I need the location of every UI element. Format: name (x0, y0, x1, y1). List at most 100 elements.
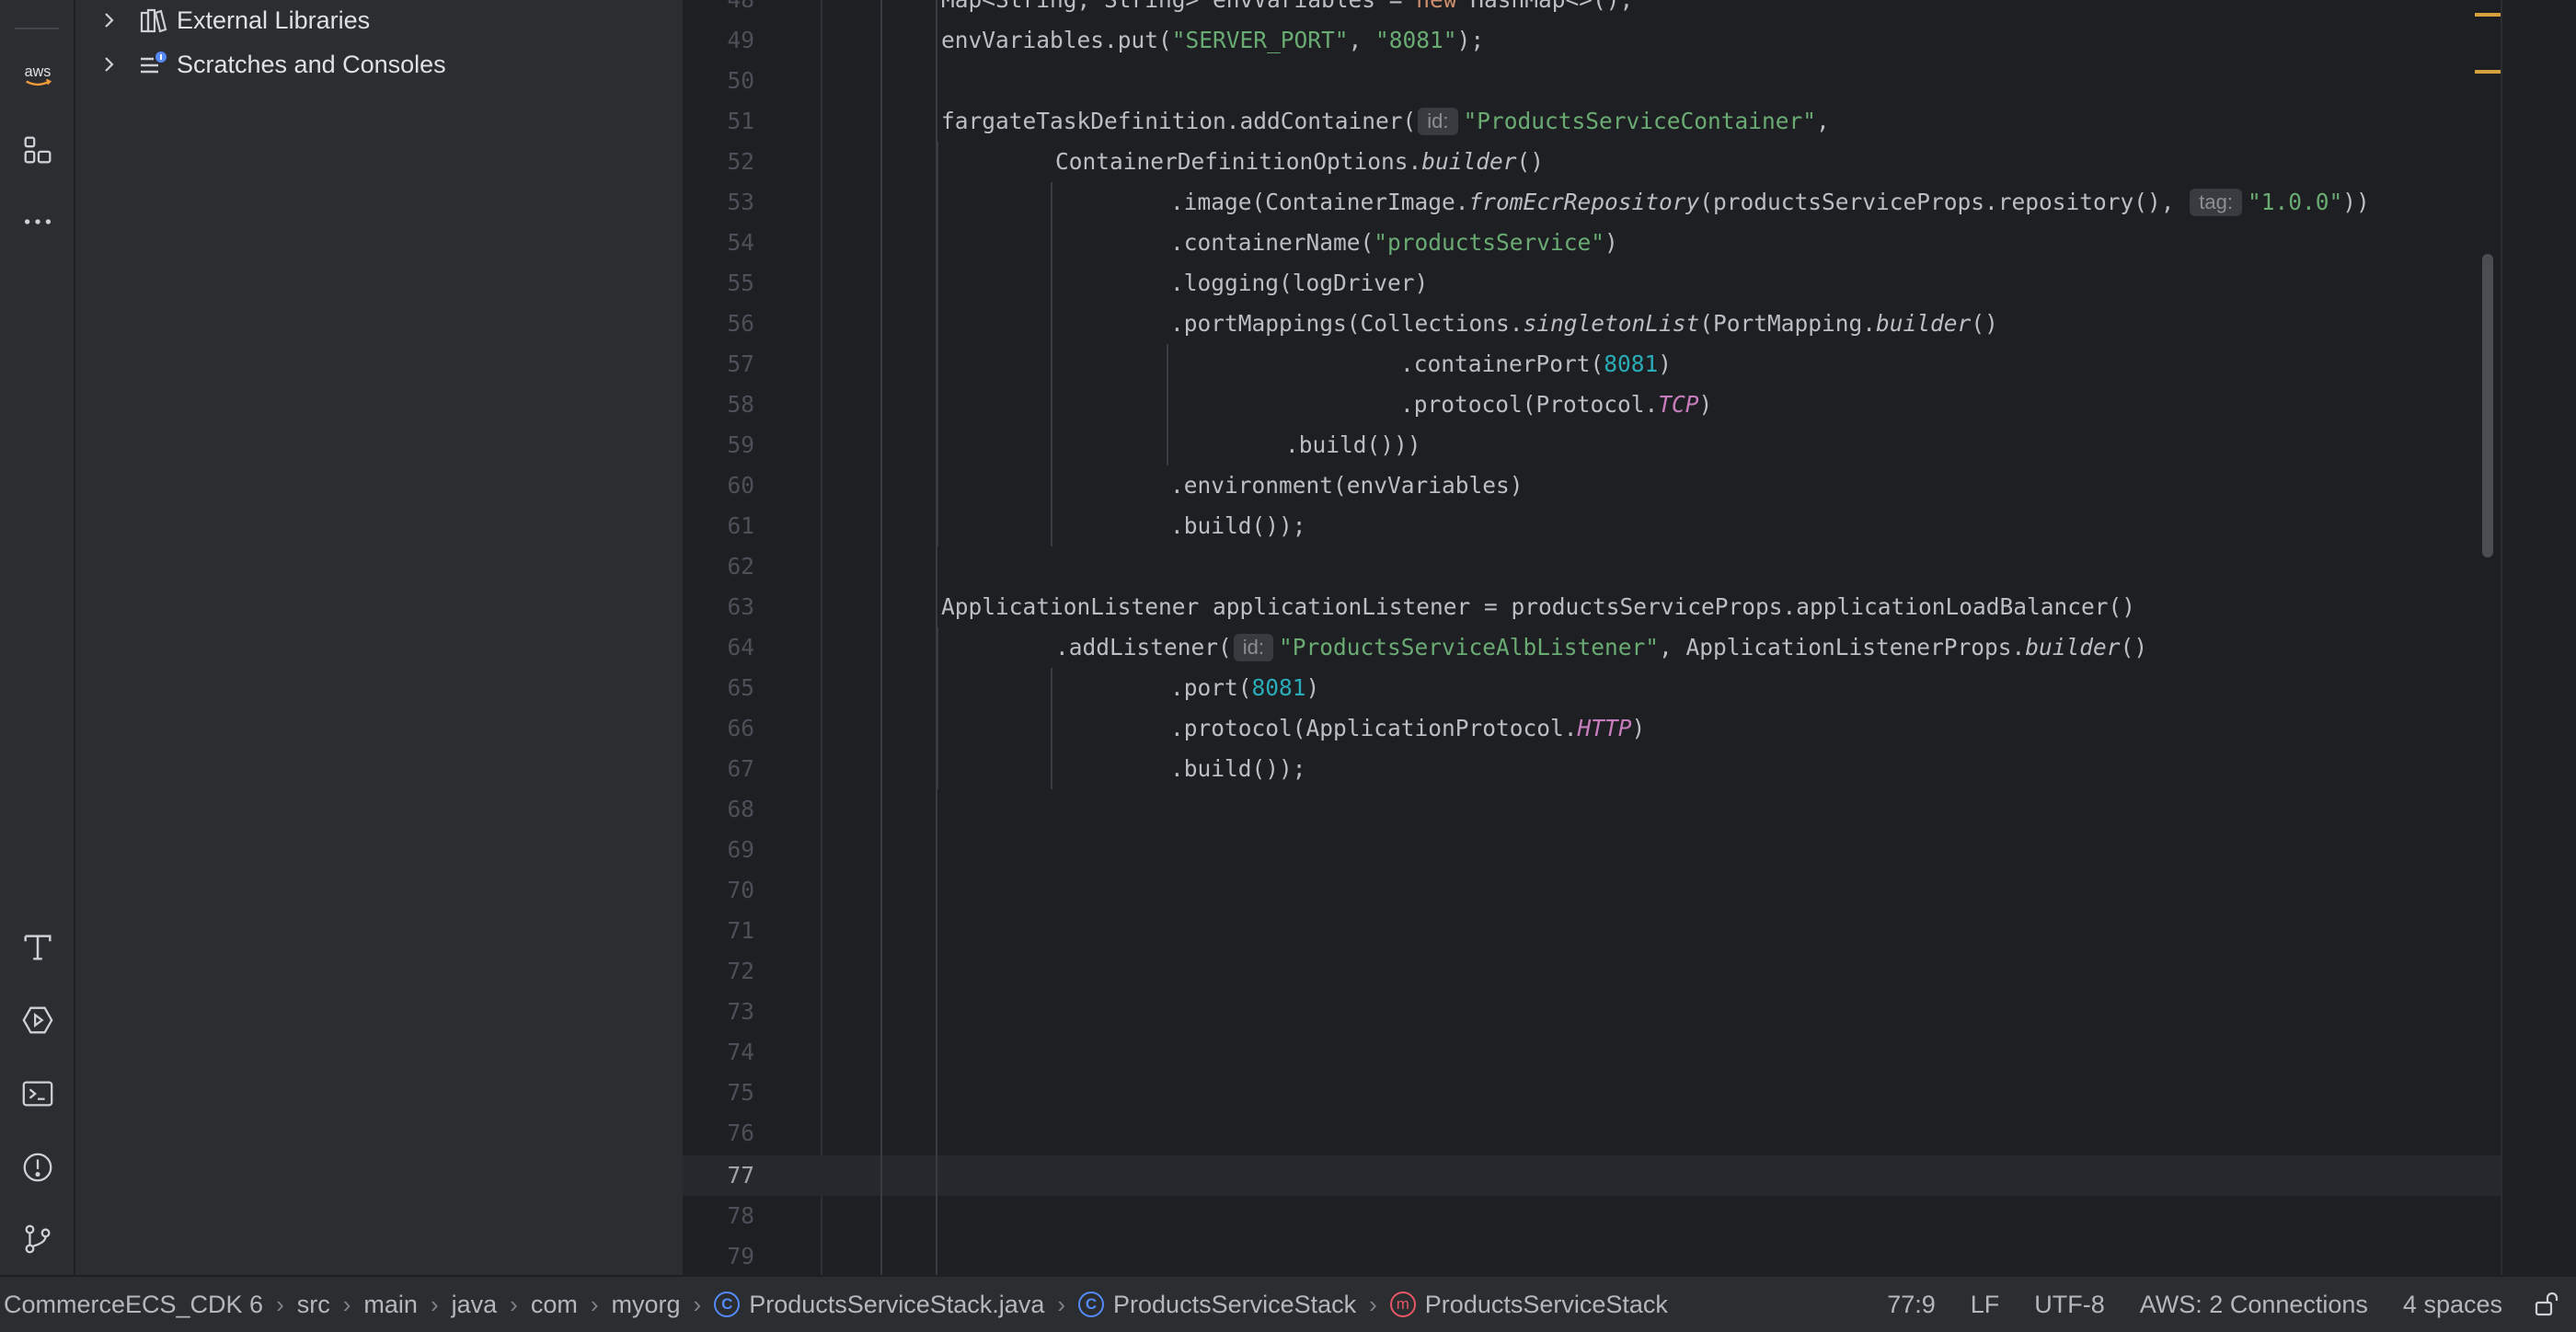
code-line[interactable]: 70 (683, 870, 2501, 911)
code-line[interactable]: 78 (683, 1196, 2501, 1236)
line-number: 54 (727, 229, 754, 256)
breadcrumb-label: ProductsServiceStack.java (749, 1290, 1045, 1318)
code-line[interactable]: 79 (683, 1236, 2501, 1275)
code-line[interactable]: 64 .addListener(id: "ProductsServiceAlbLis… (683, 627, 2501, 668)
code-line[interactable]: 58 .protocol(Protocol.TCP) (683, 385, 2501, 425)
code-line[interactable]: 65 .port(8081) (683, 668, 2501, 708)
chevron-right-icon: › (342, 1290, 351, 1318)
code-line[interactable]: 61 .build()); (683, 506, 2501, 546)
code-line[interactable]: 72 (683, 951, 2501, 992)
indent-guide (1051, 182, 1052, 546)
tree-item-external-libraries[interactable]: External Libraries (96, 0, 370, 40)
breadcrumb-item[interactable]: java › (452, 1291, 531, 1319)
code-line[interactable]: 48 Map<String, String> envVariables = new… (683, 0, 2501, 20)
code-text: .portMappings(Collections.singletonList(… (1170, 310, 1998, 337)
line-number: 77 (727, 1162, 754, 1188)
warning-marker[interactable] (2475, 13, 2501, 17)
file-encoding[interactable]: UTF-8 (2034, 1291, 2105, 1319)
line-number: 50 (727, 67, 754, 94)
line-number: 48 (683, 0, 754, 20)
status-bar: CommerceECS_CDK 6 › src › main › java › com ›… (0, 1275, 2576, 1332)
git-icon[interactable] (18, 1220, 57, 1258)
code-text: .build()); (1170, 512, 1306, 539)
line-number: 56 (727, 310, 754, 337)
code-text: .port(8081) (1170, 674, 1320, 701)
tool-window-sidebar: aws (0, 0, 75, 1275)
code-line[interactable]: 73 (683, 992, 2501, 1032)
code-line[interactable]: 63 ApplicationListener applicationListene… (683, 587, 2501, 627)
tree-item-scratches[interactable]: Scratches and Consoles (96, 44, 446, 85)
chevron-right-icon[interactable] (96, 51, 123, 78)
library-icon (140, 8, 167, 33)
code-line[interactable]: 62 (683, 546, 2501, 587)
line-number: 62 (727, 553, 754, 580)
code-line[interactable]: 68 (683, 789, 2501, 830)
breadcrumb-item[interactable]: C ProductsServiceStack.java › (714, 1291, 1078, 1319)
problems-icon[interactable] (18, 1148, 57, 1187)
parameter-hint: tag: (2190, 189, 2242, 216)
line-separator[interactable]: LF (1971, 1291, 2000, 1319)
caret-position[interactable]: 77:9 (1887, 1291, 1936, 1319)
current-line[interactable]: 77 (683, 1155, 2501, 1196)
indent-guide (1167, 344, 1168, 465)
line-number: 69 (727, 836, 754, 863)
code-text: .containerPort(8081) (1400, 350, 1673, 377)
code-line[interactable]: 76 (683, 1113, 2501, 1154)
code-text: .image(ContainerImage.fromEcrRepository(… (1170, 189, 2370, 216)
code-line[interactable]: 49 envVariables.put("SERVER_PORT", "8081"… (683, 20, 2501, 61)
line-number: 60 (727, 472, 754, 499)
breadcrumb-label: com (530, 1290, 578, 1318)
code-line[interactable]: 67 .build()); (683, 749, 2501, 789)
code-line[interactable]: 57 .containerPort(8081) (683, 344, 2501, 385)
breadcrumb-label: CommerceECS_CDK 6 (4, 1290, 264, 1318)
line-number: 55 (727, 270, 754, 296)
breadcrumb-item[interactable]: main › (363, 1291, 451, 1319)
line-number: 75 (727, 1079, 754, 1106)
code-text: ApplicationListener applicationListener … (941, 593, 2136, 620)
warning-marker[interactable] (2475, 70, 2501, 74)
terminal-icon[interactable] (18, 1074, 57, 1113)
breadcrumb-item[interactable]: C ProductsServiceStack › (1078, 1291, 1390, 1319)
breadcrumb-item[interactable]: myorg › (612, 1291, 715, 1319)
chevron-right-icon: › (1369, 1290, 1377, 1318)
code-line[interactable]: 56 .portMappings(Collections.singletonLis… (683, 304, 2501, 344)
code-line[interactable]: 55 .logging(logDriver) (683, 263, 2501, 304)
indent-guide (937, 627, 938, 789)
code-line[interactable]: 50 (683, 61, 2501, 101)
lock-icon[interactable] (2526, 1277, 2567, 1332)
code-line[interactable]: 69 (683, 830, 2501, 870)
tree-item-label: Scratches and Consoles (177, 50, 446, 78)
line-number: 57 (727, 350, 754, 377)
code-line[interactable]: 59 .build())) (683, 425, 2501, 465)
line-number: 78 (727, 1202, 754, 1229)
class-icon: C (1078, 1292, 1105, 1317)
aws-connections[interactable]: AWS: 2 Connections (2140, 1291, 2368, 1319)
services-icon[interactable] (18, 1001, 57, 1039)
breadcrumb-item[interactable]: com › (531, 1291, 612, 1319)
code-line[interactable]: 60 .environment(envVariables) (683, 465, 2501, 506)
more-icon[interactable] (18, 202, 57, 241)
code-line[interactable]: 66 .protocol(ApplicationProtocol.HTTP) (683, 708, 2501, 749)
code-line[interactable]: 54 .containerName("productsService") (683, 223, 2501, 263)
breadcrumb-item[interactable]: src › (297, 1291, 364, 1319)
code-editor[interactable]: 48 Map<String, String> envVariables = new… (683, 0, 2501, 1275)
build-icon[interactable] (18, 927, 57, 966)
chevron-right-icon: › (1057, 1290, 1066, 1318)
code-line[interactable]: 52 ContainerDefinitionOptions.builder() (683, 142, 2501, 182)
vertical-scrollbar[interactable] (2482, 254, 2493, 557)
code-line[interactable]: 74 (683, 1032, 2501, 1073)
code-line[interactable]: 51 fargateTaskDefinition.addContainer(id:… (683, 101, 2501, 142)
line-number: 51 (727, 108, 754, 134)
code-line[interactable]: 75 (683, 1073, 2501, 1113)
indent-setting[interactable]: 4 spaces (2403, 1291, 2502, 1319)
line-number: 67 (727, 755, 754, 782)
code-line[interactable]: 53 .image(ContainerImage.fromEcrRepositor… (683, 182, 2501, 223)
breadcrumb-item[interactable]: CommerceECS_CDK 6 › (4, 1291, 297, 1319)
code-line[interactable]: 71 (683, 911, 2501, 951)
breadcrumb-item[interactable]: m ProductsServiceStack (1389, 1291, 1668, 1319)
aws-icon[interactable]: aws (18, 55, 57, 94)
code-text: Map<String, String> envVariables = new H… (941, 0, 1633, 20)
breadcrumb-label: myorg (611, 1290, 681, 1318)
structure-icon[interactable] (18, 131, 57, 169)
chevron-right-icon[interactable] (96, 6, 123, 34)
